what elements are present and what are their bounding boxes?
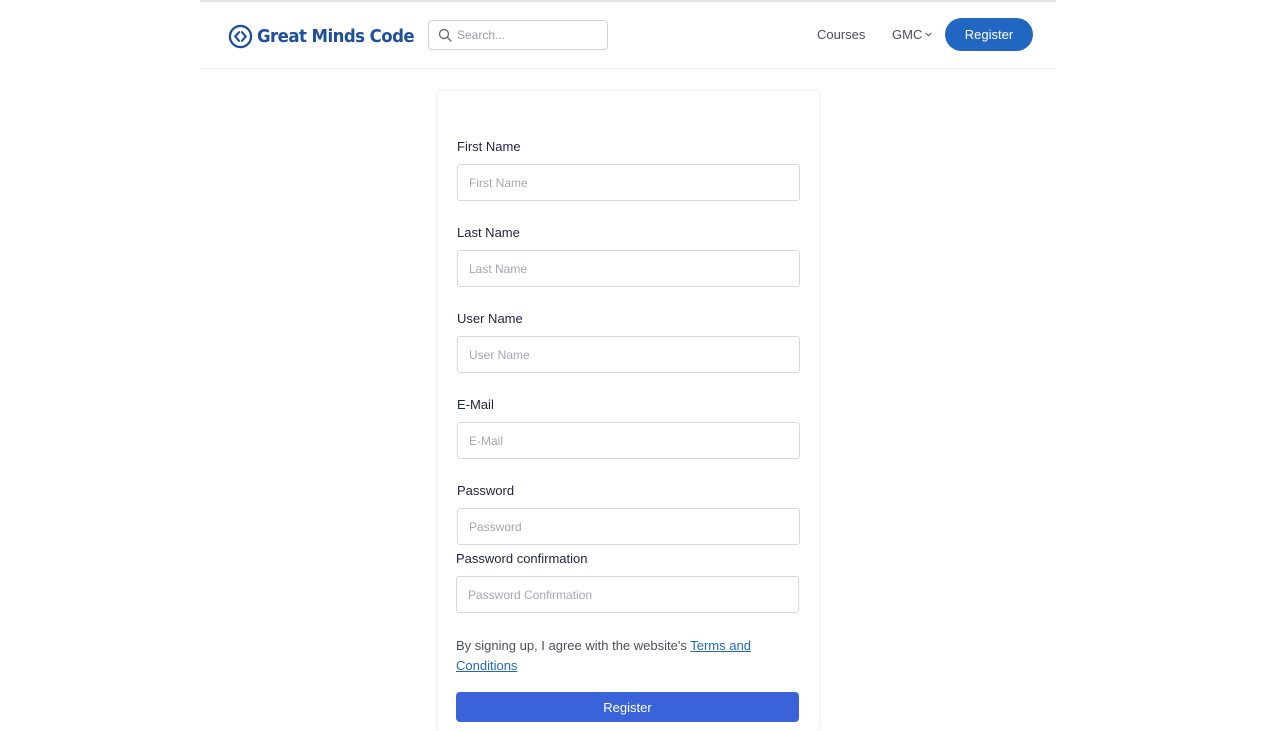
terms-consent-text: By signing up, I agree with the website'… bbox=[456, 636, 776, 676]
password-confirmation-input[interactable] bbox=[456, 576, 799, 613]
search-box[interactable] bbox=[428, 20, 608, 50]
user-name-input[interactable] bbox=[457, 336, 800, 373]
code-brackets-circle-icon bbox=[228, 24, 253, 48]
last-name-label: Last Name bbox=[457, 225, 520, 240]
password-confirmation-label: Password confirmation bbox=[456, 551, 588, 566]
password-input[interactable] bbox=[457, 508, 800, 545]
consent-text: By signing up, I agree with the website'… bbox=[456, 638, 687, 653]
logo[interactable]: Great Minds Code bbox=[228, 23, 428, 49]
nav-courses-link[interactable]: Courses bbox=[817, 27, 865, 42]
user-name-label: User Name bbox=[457, 311, 523, 326]
submit-register-button[interactable]: Register bbox=[456, 692, 799, 722]
search-icon bbox=[438, 28, 452, 42]
logo-text: Great Minds Code bbox=[257, 25, 415, 47]
password-label: Password bbox=[457, 483, 515, 498]
first-name-label: First Name bbox=[457, 139, 521, 154]
chevron-down-icon bbox=[925, 32, 932, 37]
header-register-button[interactable]: Register bbox=[945, 18, 1033, 51]
last-name-input[interactable] bbox=[457, 250, 800, 287]
email-label: E-Mail bbox=[457, 397, 494, 412]
search-input[interactable] bbox=[457, 22, 597, 48]
site-header: Great Minds Code Courses GMC Register bbox=[200, 2, 1056, 69]
email-input[interactable] bbox=[457, 422, 800, 459]
nav-gmc-dropdown[interactable]: GMC bbox=[892, 27, 932, 42]
first-name-input[interactable] bbox=[457, 164, 800, 201]
nav-gmc-label: GMC bbox=[892, 27, 923, 42]
